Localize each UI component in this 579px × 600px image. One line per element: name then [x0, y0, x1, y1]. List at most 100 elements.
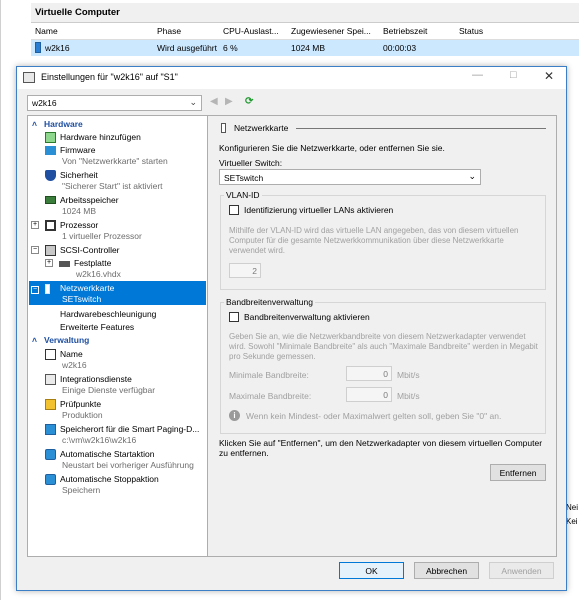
min-bandwidth-unit: Mbit/s	[397, 370, 420, 380]
integration-services-icon	[45, 374, 56, 385]
ok-button[interactable]: OK	[339, 562, 404, 579]
vm-row-cpu: 6 %	[223, 43, 238, 53]
tree-item-network-adapter: Netzwerkkarte	[60, 283, 115, 293]
column-cpu[interactable]: CPU-Auslast...	[223, 26, 279, 36]
tree-item-firmware[interactable]: Firmware	[60, 145, 95, 155]
network-adapter-panel: Netzwerkkarte Konfigurieren Sie die Netz…	[207, 115, 557, 557]
tree-item-network-adapter-selected[interactable]	[29, 281, 206, 305]
bandwidth-group-title: Bandbreitenverwaltung	[224, 297, 315, 307]
tree-item-advanced-features[interactable]: Erweiterte Features	[60, 322, 134, 332]
network-adapter-icon	[45, 284, 50, 294]
tree-item-smart-paging[interactable]: Speicherort für die Smart Paging-D...	[60, 424, 199, 434]
virtual-switch-select[interactable]: SETswitch ⌄	[219, 169, 481, 185]
bandwidth-info-text: Wenn kein Mindest- oder Maximalwert gelt…	[246, 411, 502, 421]
min-bandwidth-input[interactable]: 0	[346, 366, 392, 381]
tree-item-hardware-acceleration[interactable]: Hardwarebeschleunigung	[60, 309, 156, 319]
tree-item-processor[interactable]: Prozessor	[60, 220, 98, 230]
tree-item-hard-disk-detail: w2k16.vhdx	[76, 269, 121, 279]
tree-item-name-detail: w2k16	[62, 360, 87, 370]
tree-item-checkpoints[interactable]: Prüfpunkte	[60, 399, 101, 409]
vm-row-memory: 1024 MB	[291, 43, 326, 53]
tree-header-hardware[interactable]: Hardware	[44, 119, 83, 129]
panel-heading: Netzwerkkarte	[234, 123, 289, 133]
auto-start-icon	[45, 449, 56, 460]
tree-item-auto-stop-detail: Speichern	[62, 485, 101, 495]
column-status[interactable]: Status	[459, 26, 483, 36]
tree-item-processor-detail: 1 virtueller Prozessor	[62, 231, 142, 241]
vlan-help-text: Mithilfe der VLAN-ID wird das virtuelle …	[229, 226, 519, 255]
column-phase[interactable]: Phase	[157, 26, 181, 36]
tree-item-smart-paging-detail: c:\vm\w2k16\w2k16	[62, 435, 137, 445]
virtual-switch-label: Virtueller Switch:	[219, 158, 283, 168]
expand-disk-icon[interactable]: +	[45, 259, 53, 267]
max-bandwidth-input[interactable]: 0	[346, 387, 392, 402]
vm-select[interactable]: w2k16 ⌄	[27, 95, 202, 111]
dialog-title: Einstellungen für "w2k16" auf "S1"	[41, 72, 178, 82]
vm-row-uptime: 00:00:03	[383, 43, 417, 53]
name-icon	[45, 349, 56, 360]
info-icon: i	[229, 410, 240, 421]
tree-item-firmware-detail: Von "Netzwerkkarte" starten	[62, 156, 168, 166]
add-hardware-icon	[45, 132, 56, 143]
remove-help-text: Klicken Sie auf "Entfernen", um den Netz…	[219, 438, 543, 458]
back-icon[interactable]: ◀	[210, 96, 218, 107]
tree-item-memory[interactable]: Arbeitsspeicher	[60, 195, 119, 205]
tree-item-integration-services[interactable]: Integrationsdienste	[60, 374, 132, 384]
vm-row-phase: Wird ausgeführt	[157, 43, 217, 53]
max-bandwidth-unit: Mbit/s	[397, 391, 420, 401]
network-adapter-heading-icon	[221, 123, 226, 133]
tree-item-auto-stop[interactable]: Automatische Stoppaktion	[60, 474, 159, 484]
settings-window-icon	[23, 72, 35, 83]
cancel-button[interactable]: Abbrechen	[414, 562, 479, 579]
tree-item-security[interactable]: Sicherheit	[60, 170, 98, 180]
vlan-checkbox[interactable]	[229, 205, 239, 215]
firmware-icon	[45, 146, 56, 155]
panel-intro: Konfigurieren Sie die Netzwerkkarte, ode…	[219, 143, 445, 153]
vlan-id-input[interactable]: 2	[229, 263, 261, 278]
vm-row[interactable]: w2k16 Wird ausgeführt 6 % 1024 MB 00:00:…	[31, 40, 579, 56]
side-text-1: Nei	[566, 503, 579, 512]
side-text-2: Kei	[566, 517, 578, 526]
collapse-scsi-icon[interactable]: −	[31, 246, 39, 254]
virtual-switch-value: SETswitch	[224, 173, 264, 183]
tree-item-auto-start[interactable]: Automatische Startaktion	[60, 449, 155, 459]
bandwidth-checkbox-label[interactable]: Bandbreitenverwaltung aktivieren	[244, 312, 370, 322]
column-name[interactable]: Name	[35, 26, 58, 36]
vlan-checkbox-label[interactable]: Identifizierung virtueller LANs aktivier…	[244, 205, 393, 215]
memory-icon	[45, 196, 56, 204]
minimize-icon[interactable]: —	[472, 69, 483, 81]
remove-button[interactable]: Entfernen	[490, 464, 546, 481]
min-bandwidth-label: Minimale Bandbreite:	[229, 370, 309, 380]
tree-item-add-hardware[interactable]: Hardware hinzufügen	[60, 132, 141, 142]
bandwidth-checkbox[interactable]	[229, 312, 239, 322]
vm-select-value: w2k16	[32, 98, 57, 108]
collapse-network-icon[interactable]: −	[31, 286, 39, 294]
auto-stop-icon	[45, 474, 56, 485]
column-uptime[interactable]: Betriebszeit	[383, 26, 427, 36]
collapse-management-icon[interactable]: ˄	[32, 335, 37, 345]
tree-item-hard-disk[interactable]: Festplatte	[74, 258, 111, 268]
tree-item-name[interactable]: Name	[60, 349, 83, 359]
vm-list-header: Name Phase CPU-Auslast... Zugewiesener S…	[31, 23, 579, 40]
vm-row-name: w2k16	[45, 43, 70, 53]
hard-disk-icon	[59, 261, 70, 267]
column-memory[interactable]: Zugewiesener Spei...	[291, 26, 371, 36]
vm-list-title: Virtuelle Computer	[31, 3, 579, 23]
max-bandwidth-label: Maximale Bandbreite:	[229, 391, 312, 401]
bandwidth-help-text: Geben Sie an, wie die Netzwerkbandbreite…	[229, 332, 538, 361]
tree-header-management[interactable]: Verwaltung	[44, 335, 89, 345]
maximize-icon[interactable]: □	[510, 69, 517, 81]
tree-item-integration-services-detail: Einige Dienste verfügbar	[62, 385, 156, 395]
apply-button[interactable]: Anwenden	[489, 562, 554, 579]
close-icon[interactable]: ✕	[544, 69, 554, 83]
chevron-down-icon: ⌄	[468, 171, 476, 181]
tree-item-scsi-controller[interactable]: SCSI-Controller	[60, 245, 120, 255]
heading-divider	[296, 128, 546, 129]
checkpoints-icon	[45, 399, 56, 410]
expand-processor-icon[interactable]: +	[31, 221, 39, 229]
settings-tree: ˄ Hardware Hardware hinzufügen Firmware …	[27, 115, 208, 557]
collapse-hardware-icon[interactable]: ˄	[32, 119, 37, 129]
refresh-icon[interactable]: ⟳	[245, 96, 253, 107]
forward-icon[interactable]: ▶	[225, 96, 233, 107]
chevron-down-icon: ⌄	[189, 97, 197, 107]
